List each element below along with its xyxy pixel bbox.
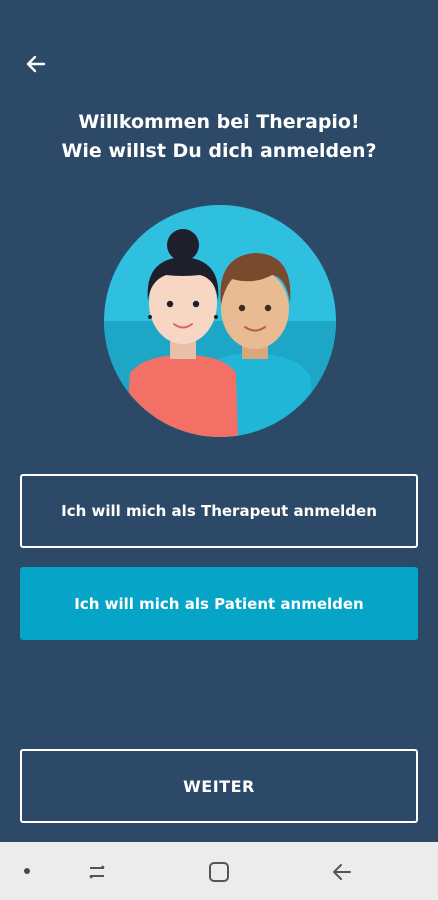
register-therapist-button[interactable]: Ich will mich als Therapeut anmelden xyxy=(20,474,418,548)
home-icon[interactable] xyxy=(207,860,231,884)
dot-indicator-icon xyxy=(24,868,30,874)
register-patient-button[interactable]: Ich will mich als Patient anmelden xyxy=(20,567,418,640)
back-icon[interactable] xyxy=(330,860,354,884)
register-therapist-label: Ich will mich als Therapeut anmelden xyxy=(61,502,377,520)
page-title: Willkommen bei Therapio! Wie willst Du d… xyxy=(0,108,438,166)
register-patient-label: Ich will mich als Patient anmelden xyxy=(74,594,364,613)
recent-apps-icon[interactable] xyxy=(86,861,108,883)
back-button[interactable] xyxy=(20,48,52,80)
title-line-2: Wie willst Du dich anmelden? xyxy=(61,140,377,162)
avatars-illustration xyxy=(104,205,336,437)
system-navigation-bar xyxy=(0,842,438,900)
title-line-1: Willkommen bei Therapio! xyxy=(78,111,360,133)
app-screen: Willkommen bei Therapio! Wie willst Du d… xyxy=(0,0,438,842)
weiter-label: WEITER xyxy=(183,776,255,796)
arrow-left-icon xyxy=(26,55,46,73)
weiter-button[interactable]: WEITER xyxy=(20,749,418,823)
